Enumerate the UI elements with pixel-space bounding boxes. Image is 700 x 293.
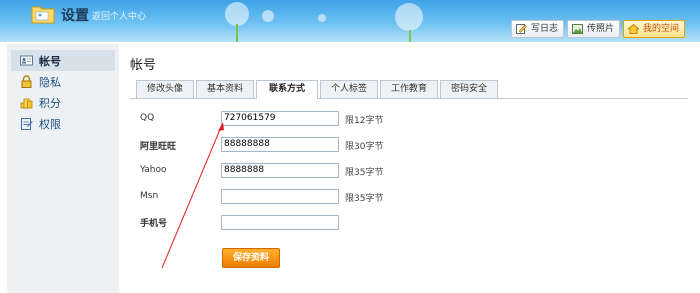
annotation-arrow	[161, 122, 224, 269]
